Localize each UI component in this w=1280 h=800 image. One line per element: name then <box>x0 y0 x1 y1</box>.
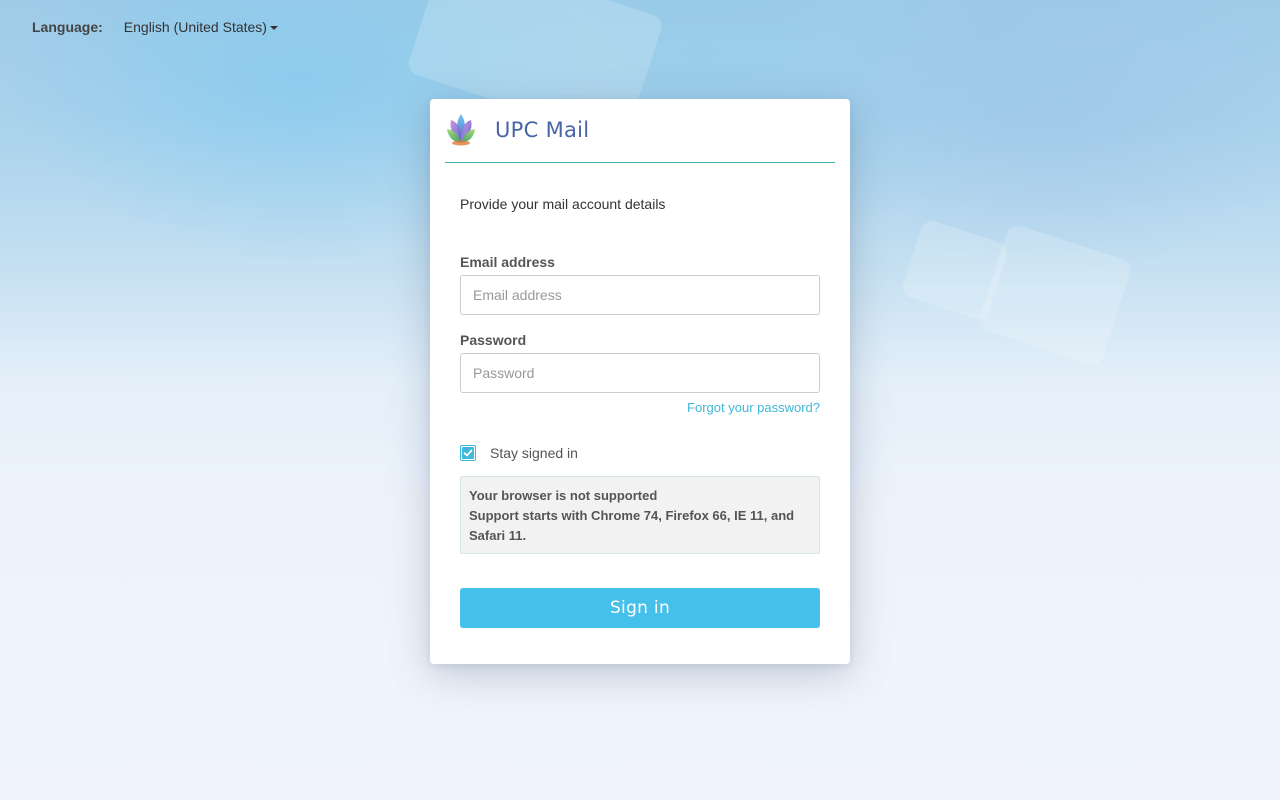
language-selected-value: English (United States) <box>123 19 267 35</box>
upc-logo-icon <box>447 114 475 146</box>
checkmark-icon <box>462 447 474 459</box>
stay-signed-in-row[interactable]: Stay signed in <box>460 445 578 461</box>
form-intro-text: Provide your mail account details <box>460 196 666 212</box>
stay-signed-in-label: Stay signed in <box>490 445 578 461</box>
email-label: Email address <box>460 254 555 270</box>
forgot-password-link[interactable]: Forgot your password? <box>687 400 820 415</box>
sign-in-button[interactable]: Sign in <box>460 588 820 628</box>
browser-warning-body: Support starts with Chrome 74, Firefox 6… <box>469 508 795 543</box>
language-dropdown[interactable]: English (United States) <box>124 19 278 35</box>
language-bar: Language: English (United States) <box>32 19 278 35</box>
login-card: UPC Mail Provide your mail account detai… <box>430 99 850 664</box>
email-input[interactable] <box>460 275 820 315</box>
stay-signed-in-checkbox[interactable] <box>460 445 476 461</box>
app-title: UPC Mail <box>495 118 590 142</box>
language-label: Language: <box>32 19 103 35</box>
card-header: UPC Mail <box>445 111 835 163</box>
browser-warning-title: Your browser is not supported <box>469 488 658 503</box>
password-input[interactable] <box>460 353 820 393</box>
caret-down-icon <box>269 26 278 30</box>
browser-warning: Your browser is not supported Support st… <box>460 476 820 554</box>
password-label: Password <box>460 332 527 348</box>
